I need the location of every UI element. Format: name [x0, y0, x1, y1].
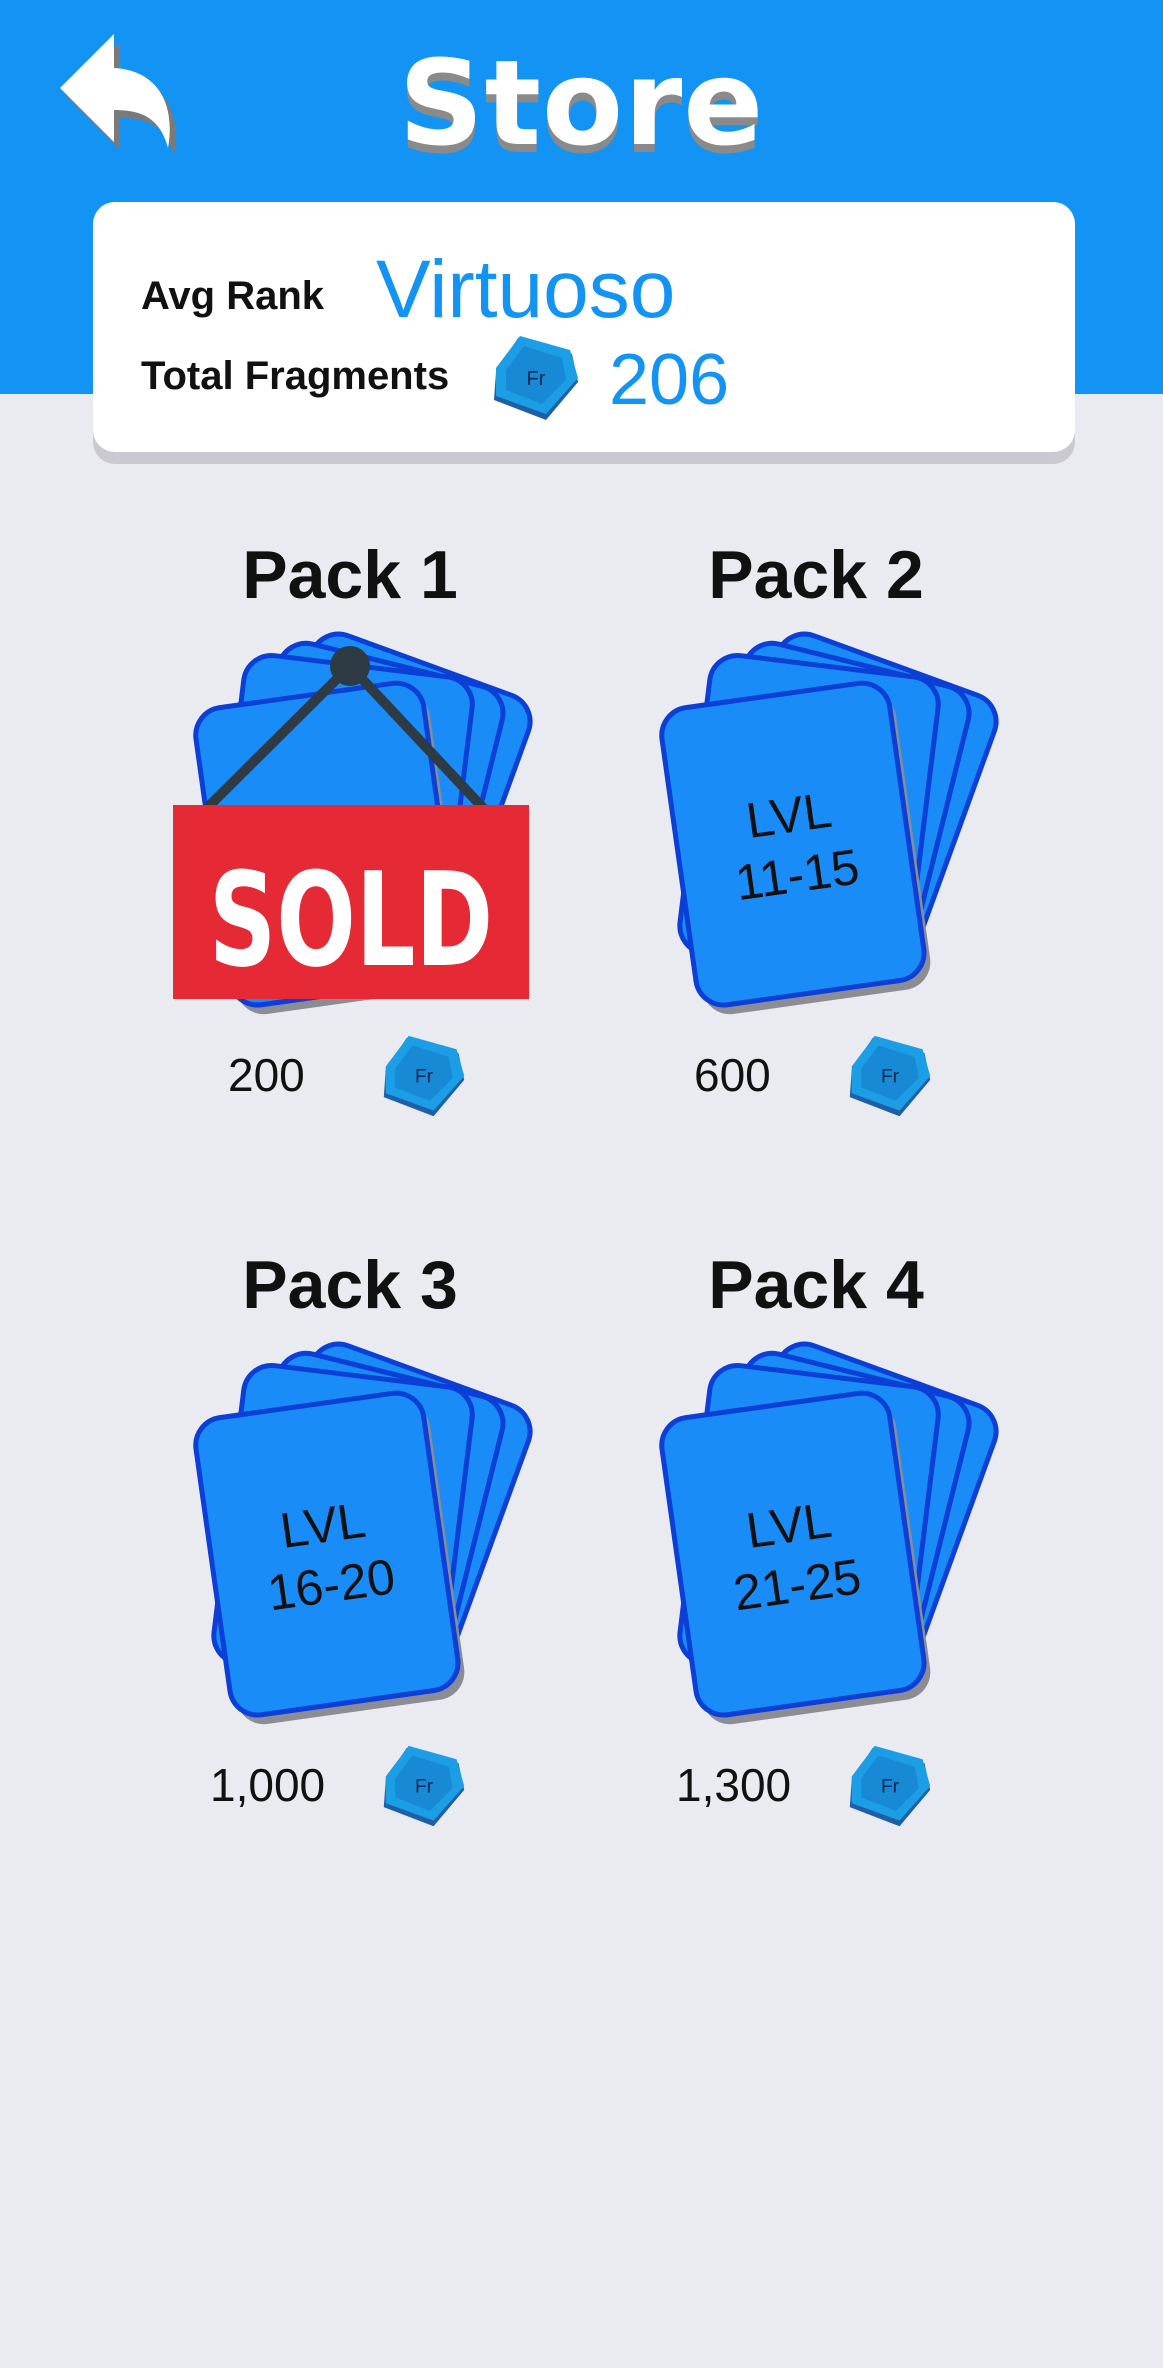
pack-price: 1,000 [210, 1759, 326, 1811]
fragment-gem-icon: Fr [849, 1035, 931, 1117]
card-stack-art[interactable]: LVL 21-25 [536, 1340, 1096, 1740]
avg-rank-label: Avg Rank [141, 274, 325, 318]
pack-title: Pack 4 [708, 1247, 924, 1323]
fragment-gem-icon: Fr [383, 1035, 465, 1117]
pack-price: 200 [228, 1049, 305, 1101]
card-level-line1: LVL [743, 782, 835, 849]
pack-price: 600 [694, 1049, 771, 1101]
gem-label: Fr [415, 1067, 434, 1088]
gem-label: Fr [415, 1777, 434, 1798]
fragment-gem-icon: Fr [849, 1745, 931, 1827]
total-fragments-value: 206 [609, 340, 730, 420]
pack-4[interactable]: Pack 4 LVL 21-25 1,300 Fr [536, 1240, 1096, 1880]
gem-label: Fr [881, 1777, 900, 1798]
pack-2[interactable]: Pack 2 LVL 11-15 600 Fr [536, 530, 1096, 1170]
avg-rank-value: Virtuoso [376, 244, 676, 335]
card-stack-art[interactable]: LVL 11-15 [536, 630, 1096, 1030]
gem-label: Fr [881, 1067, 900, 1088]
card-level-line1: LVL [743, 1492, 835, 1559]
card-level-line1: LVL [277, 1492, 369, 1559]
pack-title: Pack 2 [708, 537, 924, 613]
pack-price: 1,300 [676, 1759, 792, 1811]
page-title: Store [398, 34, 765, 172]
total-fragments-label: Total Fragments [141, 354, 450, 398]
sold-label: SOLD [209, 844, 493, 995]
gem-label: Fr [527, 368, 546, 390]
stats-card: Avg Rank Virtuoso Total Fragments Fr 206 [93, 202, 1075, 452]
fragment-gem-icon: Fr [488, 332, 584, 430]
fragment-gem-icon: Fr [383, 1745, 465, 1827]
